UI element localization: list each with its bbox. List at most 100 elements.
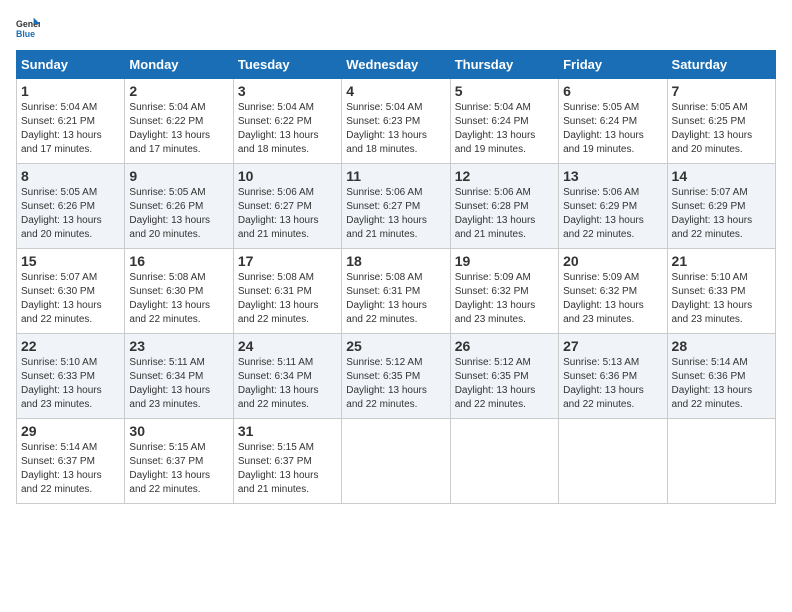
day-info: Sunrise: 5:10 AM Sunset: 6:33 PM Dayligh… xyxy=(672,271,771,327)
calendar-cell: 26 Sunrise: 5:12 AM Sunset: 6:35 PM Dayl… xyxy=(450,334,558,419)
day-info: Sunrise: 5:05 AM Sunset: 6:25 PM Dayligh… xyxy=(672,101,771,157)
calendar-cell: 11 Sunrise: 5:06 AM Sunset: 6:27 PM Dayl… xyxy=(342,164,450,249)
calendar-header-row: SundayMondayTuesdayWednesdayThursdayFrid… xyxy=(17,51,776,79)
calendar-cell: 2 Sunrise: 5:04 AM Sunset: 6:22 PM Dayli… xyxy=(125,79,233,164)
calendar-week-1: 1 Sunrise: 5:04 AM Sunset: 6:21 PM Dayli… xyxy=(17,79,776,164)
logo-icon: General Blue xyxy=(16,16,40,40)
calendar-cell: 9 Sunrise: 5:05 AM Sunset: 6:26 PM Dayli… xyxy=(125,164,233,249)
day-info: Sunrise: 5:08 AM Sunset: 6:31 PM Dayligh… xyxy=(346,271,445,327)
calendar-cell: 30 Sunrise: 5:15 AM Sunset: 6:37 PM Dayl… xyxy=(125,419,233,504)
header-thursday: Thursday xyxy=(450,51,558,79)
day-number: 17 xyxy=(238,253,337,269)
calendar-week-2: 8 Sunrise: 5:05 AM Sunset: 6:26 PM Dayli… xyxy=(17,164,776,249)
day-number: 15 xyxy=(21,253,120,269)
calendar-cell xyxy=(342,419,450,504)
day-info: Sunrise: 5:08 AM Sunset: 6:30 PM Dayligh… xyxy=(129,271,228,327)
day-number: 1 xyxy=(21,83,120,99)
calendar-cell: 25 Sunrise: 5:12 AM Sunset: 6:35 PM Dayl… xyxy=(342,334,450,419)
day-info: Sunrise: 5:14 AM Sunset: 6:36 PM Dayligh… xyxy=(672,356,771,412)
calendar-cell: 4 Sunrise: 5:04 AM Sunset: 6:23 PM Dayli… xyxy=(342,79,450,164)
calendar-cell: 22 Sunrise: 5:10 AM Sunset: 6:33 PM Dayl… xyxy=(17,334,125,419)
day-number: 14 xyxy=(672,168,771,184)
day-number: 11 xyxy=(346,168,445,184)
calendar-cell: 12 Sunrise: 5:06 AM Sunset: 6:28 PM Dayl… xyxy=(450,164,558,249)
day-number: 9 xyxy=(129,168,228,184)
calendar-cell: 23 Sunrise: 5:11 AM Sunset: 6:34 PM Dayl… xyxy=(125,334,233,419)
day-info: Sunrise: 5:11 AM Sunset: 6:34 PM Dayligh… xyxy=(238,356,337,412)
calendar-week-5: 29 Sunrise: 5:14 AM Sunset: 6:37 PM Dayl… xyxy=(17,419,776,504)
day-info: Sunrise: 5:07 AM Sunset: 6:30 PM Dayligh… xyxy=(21,271,120,327)
header-wednesday: Wednesday xyxy=(342,51,450,79)
calendar-cell: 7 Sunrise: 5:05 AM Sunset: 6:25 PM Dayli… xyxy=(667,79,775,164)
day-info: Sunrise: 5:04 AM Sunset: 6:24 PM Dayligh… xyxy=(455,101,554,157)
day-number: 29 xyxy=(21,423,120,439)
day-number: 31 xyxy=(238,423,337,439)
day-info: Sunrise: 5:04 AM Sunset: 6:23 PM Dayligh… xyxy=(346,101,445,157)
day-info: Sunrise: 5:09 AM Sunset: 6:32 PM Dayligh… xyxy=(563,271,662,327)
calendar-week-3: 15 Sunrise: 5:07 AM Sunset: 6:30 PM Dayl… xyxy=(17,249,776,334)
day-info: Sunrise: 5:12 AM Sunset: 6:35 PM Dayligh… xyxy=(346,356,445,412)
day-info: Sunrise: 5:13 AM Sunset: 6:36 PM Dayligh… xyxy=(563,356,662,412)
calendar-cell: 15 Sunrise: 5:07 AM Sunset: 6:30 PM Dayl… xyxy=(17,249,125,334)
day-number: 8 xyxy=(21,168,120,184)
day-info: Sunrise: 5:07 AM Sunset: 6:29 PM Dayligh… xyxy=(672,186,771,242)
day-info: Sunrise: 5:06 AM Sunset: 6:28 PM Dayligh… xyxy=(455,186,554,242)
calendar-cell: 16 Sunrise: 5:08 AM Sunset: 6:30 PM Dayl… xyxy=(125,249,233,334)
day-info: Sunrise: 5:04 AM Sunset: 6:22 PM Dayligh… xyxy=(129,101,228,157)
day-info: Sunrise: 5:08 AM Sunset: 6:31 PM Dayligh… xyxy=(238,271,337,327)
day-info: Sunrise: 5:11 AM Sunset: 6:34 PM Dayligh… xyxy=(129,356,228,412)
day-number: 30 xyxy=(129,423,228,439)
day-number: 4 xyxy=(346,83,445,99)
calendar-cell: 6 Sunrise: 5:05 AM Sunset: 6:24 PM Dayli… xyxy=(559,79,667,164)
header-sunday: Sunday xyxy=(17,51,125,79)
day-info: Sunrise: 5:05 AM Sunset: 6:26 PM Dayligh… xyxy=(21,186,120,242)
calendar-cell: 29 Sunrise: 5:14 AM Sunset: 6:37 PM Dayl… xyxy=(17,419,125,504)
calendar-cell: 5 Sunrise: 5:04 AM Sunset: 6:24 PM Dayli… xyxy=(450,79,558,164)
day-number: 28 xyxy=(672,338,771,354)
calendar-week-4: 22 Sunrise: 5:10 AM Sunset: 6:33 PM Dayl… xyxy=(17,334,776,419)
calendar-cell: 17 Sunrise: 5:08 AM Sunset: 6:31 PM Dayl… xyxy=(233,249,341,334)
day-number: 10 xyxy=(238,168,337,184)
day-info: Sunrise: 5:15 AM Sunset: 6:37 PM Dayligh… xyxy=(238,441,337,497)
day-number: 24 xyxy=(238,338,337,354)
calendar-cell: 13 Sunrise: 5:06 AM Sunset: 6:29 PM Dayl… xyxy=(559,164,667,249)
header-monday: Monday xyxy=(125,51,233,79)
calendar-cell: 10 Sunrise: 5:06 AM Sunset: 6:27 PM Dayl… xyxy=(233,164,341,249)
calendar-cell: 21 Sunrise: 5:10 AM Sunset: 6:33 PM Dayl… xyxy=(667,249,775,334)
day-number: 18 xyxy=(346,253,445,269)
day-number: 13 xyxy=(563,168,662,184)
calendar-cell: 3 Sunrise: 5:04 AM Sunset: 6:22 PM Dayli… xyxy=(233,79,341,164)
day-number: 25 xyxy=(346,338,445,354)
calendar-cell xyxy=(450,419,558,504)
day-number: 6 xyxy=(563,83,662,99)
day-info: Sunrise: 5:05 AM Sunset: 6:24 PM Dayligh… xyxy=(563,101,662,157)
day-info: Sunrise: 5:14 AM Sunset: 6:37 PM Dayligh… xyxy=(21,441,120,497)
day-info: Sunrise: 5:06 AM Sunset: 6:29 PM Dayligh… xyxy=(563,186,662,242)
calendar-cell: 28 Sunrise: 5:14 AM Sunset: 6:36 PM Dayl… xyxy=(667,334,775,419)
calendar-cell: 24 Sunrise: 5:11 AM Sunset: 6:34 PM Dayl… xyxy=(233,334,341,419)
calendar-cell: 27 Sunrise: 5:13 AM Sunset: 6:36 PM Dayl… xyxy=(559,334,667,419)
header: General Blue xyxy=(16,16,776,40)
calendar-table: SundayMondayTuesdayWednesdayThursdayFrid… xyxy=(16,50,776,504)
calendar-cell: 19 Sunrise: 5:09 AM Sunset: 6:32 PM Dayl… xyxy=(450,249,558,334)
day-number: 27 xyxy=(563,338,662,354)
day-number: 19 xyxy=(455,253,554,269)
day-info: Sunrise: 5:09 AM Sunset: 6:32 PM Dayligh… xyxy=(455,271,554,327)
day-number: 3 xyxy=(238,83,337,99)
calendar-cell: 18 Sunrise: 5:08 AM Sunset: 6:31 PM Dayl… xyxy=(342,249,450,334)
day-info: Sunrise: 5:10 AM Sunset: 6:33 PM Dayligh… xyxy=(21,356,120,412)
calendar-cell: 1 Sunrise: 5:04 AM Sunset: 6:21 PM Dayli… xyxy=(17,79,125,164)
calendar-cell: 14 Sunrise: 5:07 AM Sunset: 6:29 PM Dayl… xyxy=(667,164,775,249)
day-number: 22 xyxy=(21,338,120,354)
day-info: Sunrise: 5:05 AM Sunset: 6:26 PM Dayligh… xyxy=(129,186,228,242)
svg-text:Blue: Blue xyxy=(16,29,35,39)
calendar-cell xyxy=(559,419,667,504)
calendar-cell xyxy=(667,419,775,504)
logo: General Blue xyxy=(16,16,44,40)
header-friday: Friday xyxy=(559,51,667,79)
day-number: 21 xyxy=(672,253,771,269)
day-number: 7 xyxy=(672,83,771,99)
day-info: Sunrise: 5:04 AM Sunset: 6:21 PM Dayligh… xyxy=(21,101,120,157)
calendar-cell: 20 Sunrise: 5:09 AM Sunset: 6:32 PM Dayl… xyxy=(559,249,667,334)
day-number: 20 xyxy=(563,253,662,269)
